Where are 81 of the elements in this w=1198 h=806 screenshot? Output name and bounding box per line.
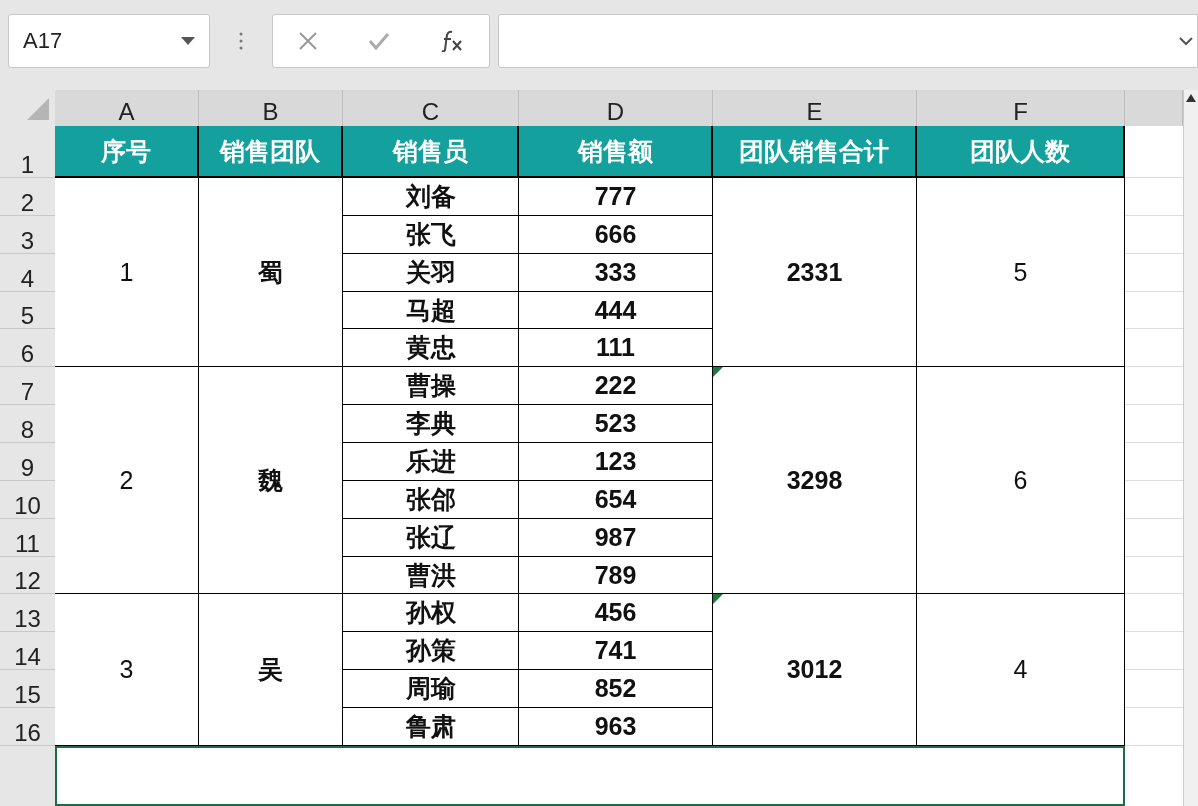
table-cell: 654: [519, 480, 713, 519]
table-cell: 张飞: [343, 215, 519, 254]
table-cell: 666: [519, 215, 713, 254]
table-cell: 2: [55, 367, 199, 595]
table-cell: 3012: [713, 594, 917, 746]
dropdown-caret-icon[interactable]: [181, 37, 195, 45]
table-cell: 523: [519, 405, 713, 443]
table-cell: 张郃: [343, 480, 519, 519]
table-cell: 852: [519, 670, 713, 709]
table-cell: 789: [519, 556, 713, 595]
row-header[interactable]: 3: [0, 215, 55, 254]
column-header[interactable]: B: [199, 90, 343, 126]
row-header[interactable]: 5: [0, 291, 55, 330]
row-header[interactable]: 10: [0, 480, 55, 519]
table-cell: 333: [519, 253, 713, 292]
table-cell: 蜀: [199, 178, 343, 368]
function-icon[interactable]: [440, 30, 464, 52]
table-cell: 马超: [343, 291, 519, 330]
table-cell: 123: [519, 443, 713, 481]
header-cell: 序号: [55, 126, 199, 178]
table-cell: 3: [55, 594, 199, 746]
row-header[interactable]: 15: [0, 670, 55, 709]
cancel-icon[interactable]: [298, 31, 318, 51]
row-header[interactable]: 4: [0, 253, 55, 292]
row-header[interactable]: 9: [0, 443, 55, 481]
row-header[interactable]: 6: [0, 329, 55, 368]
formula-input[interactable]: [498, 14, 1198, 68]
table-cell: 222: [519, 367, 713, 406]
column-header[interactable]: C: [343, 90, 519, 126]
header-cell: 销售员: [343, 126, 519, 178]
table-cell: 李典: [343, 405, 519, 443]
table-cell: 741: [519, 632, 713, 671]
row-header[interactable]: 11: [0, 518, 55, 557]
check-icon[interactable]: [368, 32, 390, 50]
grip-icon: [239, 31, 243, 51]
row-header[interactable]: 2: [0, 178, 55, 216]
table-cell: 4: [917, 594, 1125, 746]
table-cell: 3298: [713, 367, 917, 595]
table-cell: 鲁肃: [343, 708, 519, 746]
row-header[interactable]: 16: [0, 708, 55, 746]
column-header[interactable]: D: [519, 90, 713, 126]
row-header[interactable]: 14: [0, 632, 55, 671]
table-cell: 6: [917, 367, 1125, 595]
table-cell: 周瑜: [343, 670, 519, 709]
table-cell: 5: [917, 178, 1125, 368]
table-cell: 关羽: [343, 253, 519, 292]
table-cell: 刘备: [343, 178, 519, 216]
expand-caret-icon[interactable]: [1179, 36, 1193, 46]
row-header[interactable]: 7: [0, 367, 55, 406]
table-cell: 444: [519, 291, 713, 330]
table-cell: 张辽: [343, 518, 519, 557]
column-header[interactable]: E: [713, 90, 917, 126]
header-cell: 销售团队: [199, 126, 343, 178]
scroll-up-icon[interactable]: [1186, 94, 1196, 102]
table-cell: 456: [519, 594, 713, 633]
table-cell: 乐进: [343, 443, 519, 481]
header-cell: 团队人数: [917, 126, 1125, 178]
table-cell: 吴: [199, 594, 343, 746]
name-box[interactable]: A17: [8, 14, 210, 68]
table-cell: 963: [519, 708, 713, 746]
row-header[interactable]: 8: [0, 405, 55, 443]
header-cell: 团队销售合计: [713, 126, 917, 178]
table-cell: 2331: [713, 178, 917, 368]
table-cell: 黄忠: [343, 329, 519, 368]
column-header[interactable]: F: [917, 90, 1125, 126]
column-header[interactable]: A: [55, 90, 199, 126]
row-header[interactable]: 1: [0, 126, 55, 178]
table-cell: 777: [519, 178, 713, 216]
table-cell: 曹洪: [343, 556, 519, 595]
table-cell: 曹操: [343, 367, 519, 406]
row-header[interactable]: 13: [0, 594, 55, 633]
select-all-icon[interactable]: [27, 98, 49, 120]
table-cell: 111: [519, 329, 713, 368]
table-cell: 孙权: [343, 594, 519, 633]
table-cell: 孙策: [343, 632, 519, 671]
table-cell: 1: [55, 178, 199, 368]
selected-cell[interactable]: [55, 745, 1125, 806]
row-header[interactable]: 12: [0, 556, 55, 595]
table-cell: 魏: [199, 367, 343, 595]
table-cell: 987: [519, 518, 713, 557]
header-cell: 销售额: [519, 126, 713, 178]
